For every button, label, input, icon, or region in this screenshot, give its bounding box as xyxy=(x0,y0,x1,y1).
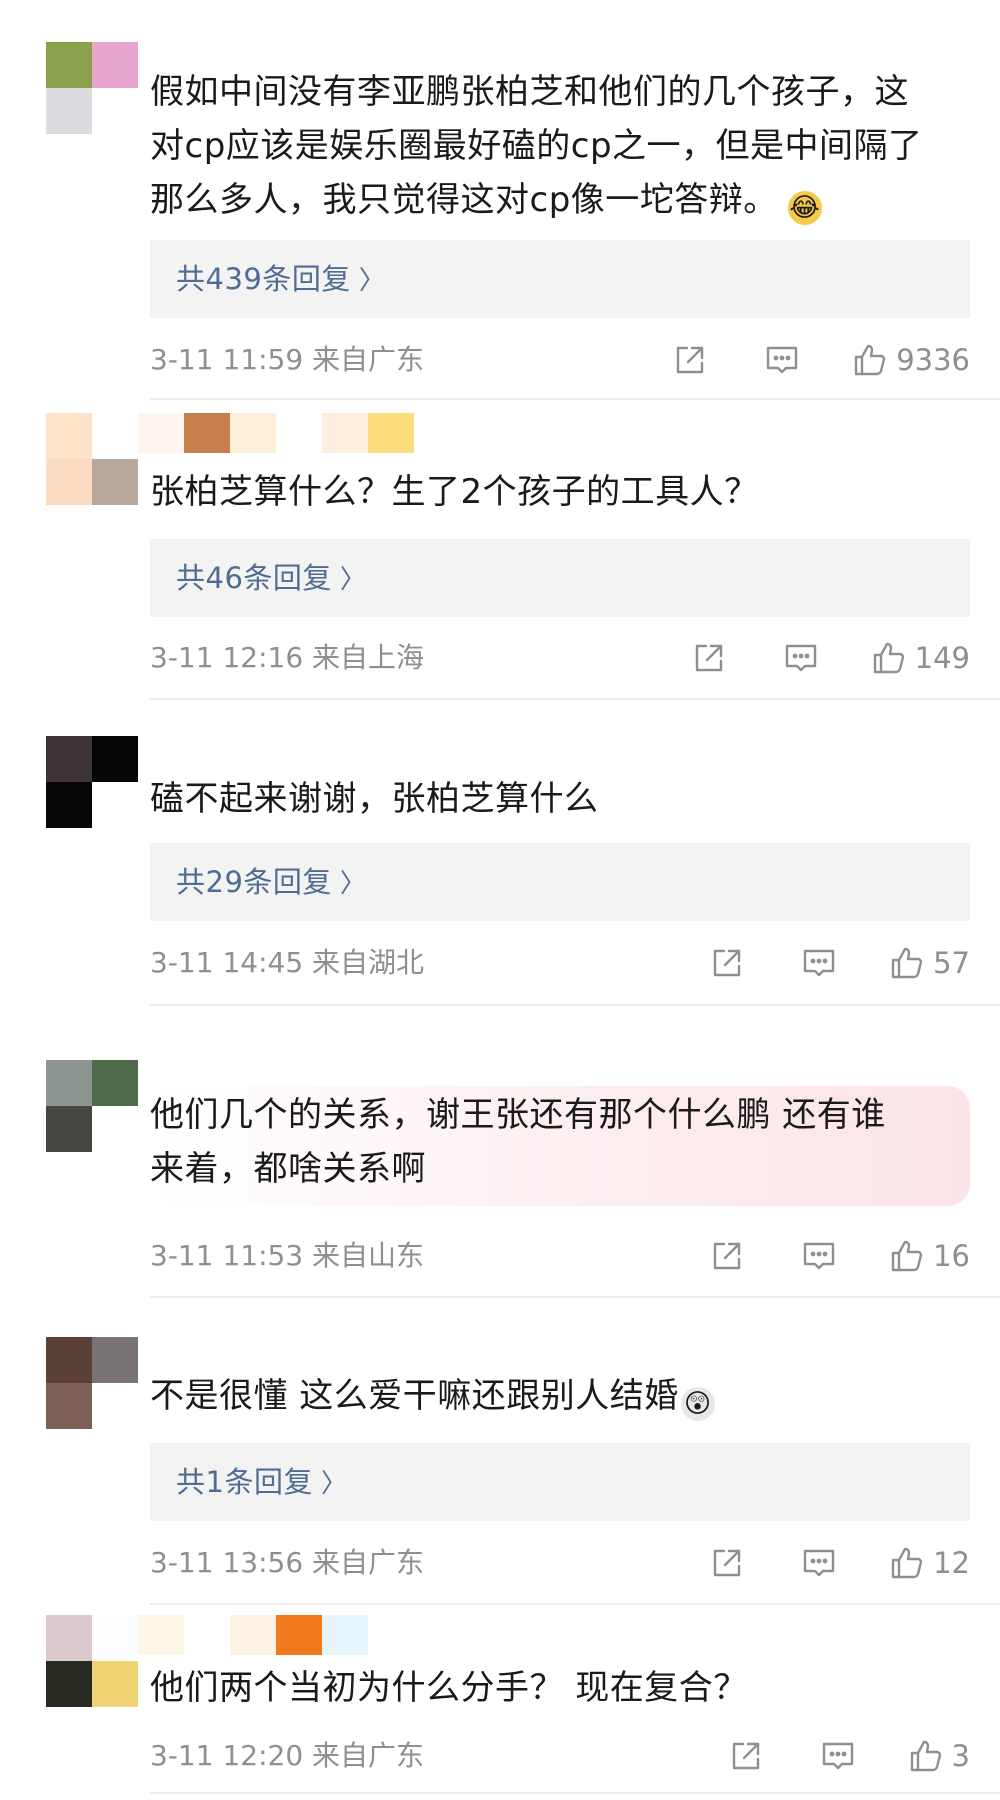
timestamp: 3-11 14:45 xyxy=(150,946,304,979)
like-count: 149 xyxy=(914,641,970,675)
comment-icon[interactable] xyxy=(783,640,819,676)
comment-text: 不是很懂 这么爱干嘛还跟别人结婚 😲 xyxy=(150,1369,950,1423)
comment-text: 他们几个的关系，谢王张还有那个什么鹏 还有谁 来着，都啥关系啊 xyxy=(150,1088,950,1196)
comment-text: 他们两个当初为什么分手？ 现在复合？ xyxy=(150,1661,950,1715)
comment-text-line: 张柏芝算什么？生了2个孩子的工具人？ xyxy=(150,472,759,512)
like-button[interactable]: 57 xyxy=(889,938,970,988)
location: 来自广东 xyxy=(312,343,425,376)
avatar[interactable] xyxy=(46,1337,138,1429)
comment-meta: 3-11 12:20 来自广东 3 xyxy=(150,1731,970,1781)
like-count: 12 xyxy=(933,1546,970,1580)
share-icon[interactable] xyxy=(709,1238,745,1274)
avatar[interactable] xyxy=(46,736,138,828)
replies-count-label: 共439条回复 xyxy=(176,262,351,296)
laughing-crying-emoji-icon: 😂 xyxy=(787,191,822,225)
replies-count-label: 共1条回复 xyxy=(176,1465,313,1499)
comment-meta: 3-11 12:16 来自上海 149 xyxy=(150,633,970,683)
timestamp: 3-11 12:20 xyxy=(150,1739,304,1772)
comment-text-line: 他们两个当初为什么分手？ 现在复合？ xyxy=(150,1668,748,1708)
divider xyxy=(150,1004,1000,1006)
comment-meta: 3-11 14:45 来自湖北 57 xyxy=(150,938,970,988)
comment-text-line: 假如中间没有李亚鹏张柏芝和他们的几个孩子，这 xyxy=(150,72,909,112)
share-icon[interactable] xyxy=(691,640,727,676)
like-button[interactable]: 16 xyxy=(889,1231,970,1281)
like-count: 9336 xyxy=(896,343,970,377)
replies-link[interactable]: 共46条回复〉 xyxy=(150,539,970,617)
share-icon[interactable] xyxy=(728,1738,764,1774)
chevron-right-icon: 〉 xyxy=(339,565,367,595)
timestamp: 3-11 12:16 xyxy=(150,641,304,674)
share-icon[interactable] xyxy=(709,1545,745,1581)
share-icon[interactable] xyxy=(709,945,745,981)
surprised-emoji-icon: 😲 xyxy=(680,1387,715,1421)
avatar[interactable] xyxy=(46,1615,138,1707)
timestamp: 3-11 11:53 xyxy=(150,1239,304,1272)
divider xyxy=(150,1296,1000,1298)
divider xyxy=(150,1792,1000,1794)
avatar[interactable] xyxy=(46,42,138,134)
replies-link[interactable]: 共439条回复〉 xyxy=(150,240,970,318)
comment-icon[interactable] xyxy=(801,945,837,981)
comment-icon[interactable] xyxy=(764,342,800,378)
chevron-right-icon: 〉 xyxy=(320,1469,348,1499)
thumbs-up-icon xyxy=(889,1545,925,1581)
chevron-right-icon: 〉 xyxy=(339,869,367,899)
thumbs-up-icon xyxy=(908,1738,944,1774)
comment-text: 张柏芝算什么？生了2个孩子的工具人？ xyxy=(150,465,950,519)
location: 来自上海 xyxy=(312,641,425,674)
comment-text: 磕不起来谢谢，张柏芝算什么 xyxy=(150,772,950,826)
divider xyxy=(150,698,1000,700)
comment-text-line: 不是很懂 这么爱干嘛还跟别人结婚 😲 xyxy=(150,1369,950,1423)
share-icon[interactable] xyxy=(672,342,708,378)
thumbs-up-icon xyxy=(889,1238,925,1274)
timestamp: 3-11 13:56 xyxy=(150,1546,304,1579)
like-button[interactable]: 12 xyxy=(889,1538,970,1588)
like-count: 57 xyxy=(933,946,970,980)
like-button[interactable]: 149 xyxy=(871,633,970,683)
replies-link[interactable]: 共29条回复〉 xyxy=(150,843,970,921)
like-count: 3 xyxy=(951,1739,970,1773)
chevron-right-icon: 〉 xyxy=(358,266,386,296)
comment-text-line: 来着，都啥关系啊 xyxy=(150,1149,426,1189)
like-button[interactable]: 3 xyxy=(908,1731,970,1781)
comment-icon[interactable] xyxy=(801,1238,837,1274)
replies-link[interactable]: 共1条回复〉 xyxy=(150,1443,970,1521)
divider xyxy=(150,1603,1000,1605)
location: 来自广东 xyxy=(312,1546,425,1579)
avatar[interactable] xyxy=(46,1060,138,1152)
comment-text-line: 对cp应该是娱乐圈最好磕的cp之一，但是中间隔了 xyxy=(150,126,923,166)
thumbs-up-icon xyxy=(889,945,925,981)
comment-text-line: 他们几个的关系，谢王张还有那个什么鹏 还有谁 xyxy=(150,1095,886,1135)
like-button[interactable]: 9336 xyxy=(852,335,970,385)
timestamp: 3-11 11:59 xyxy=(150,343,304,376)
comment-text: 假如中间没有李亚鹏张柏芝和他们的几个孩子，这 对cp应该是娱乐圈最好磕的cp之一… xyxy=(150,65,950,227)
location: 来自湖北 xyxy=(312,946,425,979)
comment-meta: 3-11 11:59 来自广东 9336 xyxy=(150,335,970,385)
thumbs-up-icon xyxy=(871,640,907,676)
comment-meta: 3-11 11:53 来自山东 16 xyxy=(150,1231,970,1281)
location: 来自山东 xyxy=(312,1239,425,1272)
replies-count-label: 共29条回复 xyxy=(176,865,332,899)
avatar[interactable] xyxy=(46,413,138,505)
comment-text-line: 磕不起来谢谢，张柏芝算什么 xyxy=(150,779,599,819)
thumbs-up-icon xyxy=(852,342,888,378)
comment-icon[interactable] xyxy=(820,1738,856,1774)
divider xyxy=(150,398,1000,400)
like-count: 16 xyxy=(933,1239,970,1273)
comment-meta: 3-11 13:56 来自广东 12 xyxy=(150,1538,970,1588)
location: 来自广东 xyxy=(312,1739,425,1772)
comment-text-line: 那么多人，我只觉得这对cp像一坨答辩。 😂 xyxy=(150,180,822,225)
comment-icon[interactable] xyxy=(801,1545,837,1581)
replies-count-label: 共46条回复 xyxy=(176,561,332,595)
